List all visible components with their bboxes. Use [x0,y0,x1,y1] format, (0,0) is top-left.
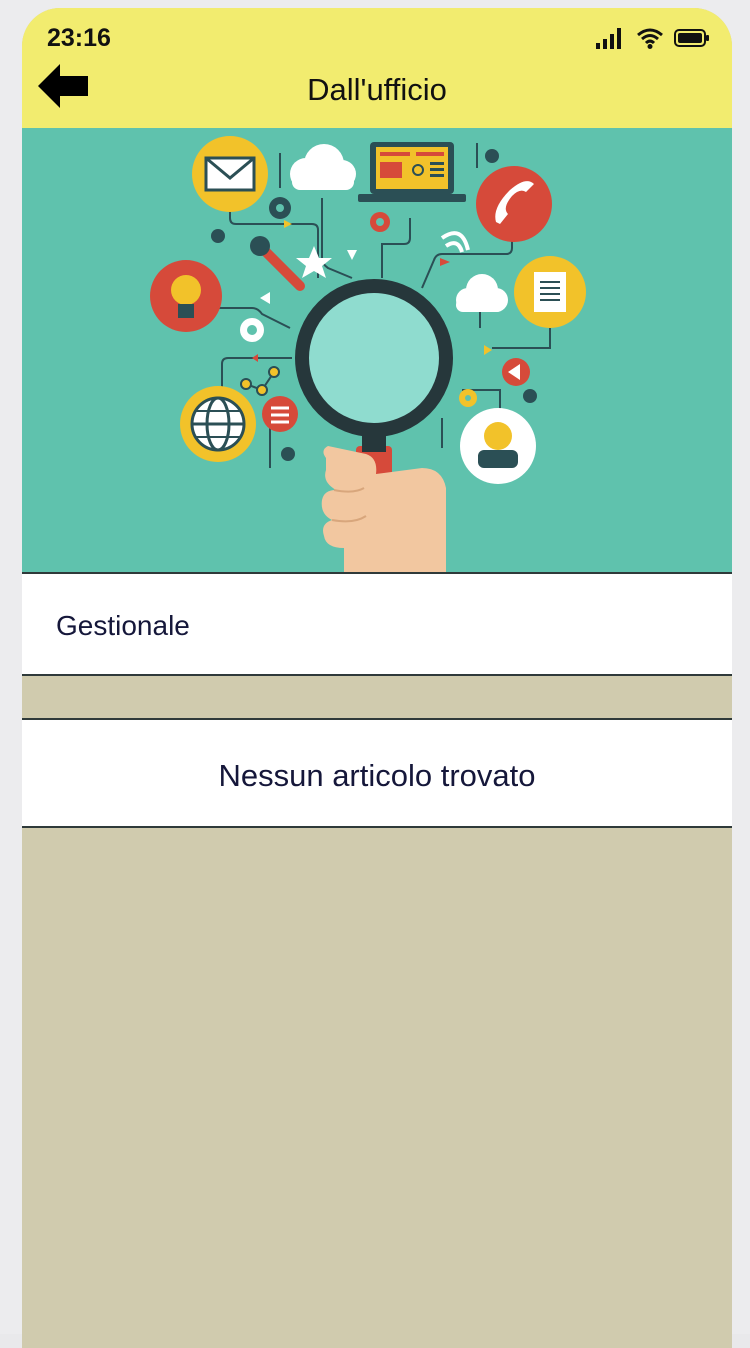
status-icons [596,26,710,50]
app-screen: 23:16 Dall'ufficio Gestionale Nessun art… [22,8,732,1348]
hero-banner [22,128,732,572]
empty-state-message: Nessun articolo trovato [218,758,536,793]
search-illustration [150,136,586,572]
empty-state-row: Nessun articolo trovato [22,718,732,828]
signal-icon [596,28,621,49]
section-row-gestionale[interactable]: Gestionale [22,572,732,676]
section-label: Gestionale [56,610,190,641]
device-frame: 23:16 Dall'ufficio Gestionale Nessun art… [0,0,750,1348]
battery-icon [674,29,709,47]
page-title: Dall'ufficio [307,72,447,107]
wifi-icon [637,28,663,49]
top-bar: 23:16 Dall'ufficio [22,8,732,128]
status-time: 23:16 [47,24,111,52]
